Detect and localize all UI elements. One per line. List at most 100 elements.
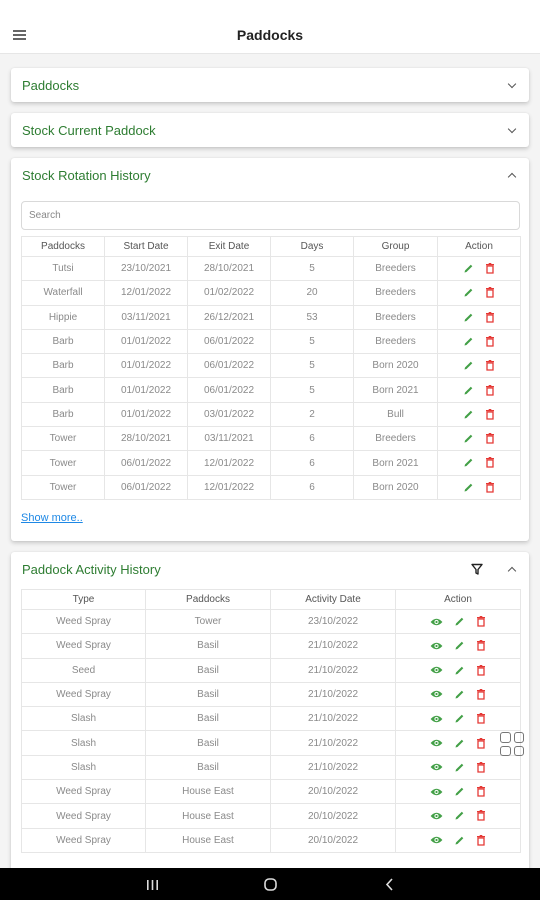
table-cell: Barb: [21, 353, 105, 379]
action-buttons: [463, 335, 495, 347]
edit-icon[interactable]: [454, 665, 465, 676]
column-header: Paddocks: [21, 236, 105, 257]
action-cell: [437, 474, 521, 500]
delete-icon[interactable]: [476, 688, 486, 700]
edit-icon[interactable]: [454, 786, 465, 797]
chevron-down-icon[interactable]: [507, 124, 517, 134]
action-cell: [437, 280, 521, 306]
table-cell: 01/01/2022: [104, 377, 188, 403]
view-icon[interactable]: [430, 787, 443, 797]
edit-icon[interactable]: [454, 713, 465, 724]
table-cell: Breeders: [353, 304, 438, 330]
column-header: Group: [353, 236, 438, 257]
table-cell: 21/10/2022: [270, 633, 396, 659]
delete-icon[interactable]: [476, 786, 486, 797]
delete-icon[interactable]: [476, 640, 486, 652]
show-more-link[interactable]: Show more..: [21, 512, 83, 524]
table-row: Weed Spray House East 20/10/2022: [21, 803, 521, 829]
delete-icon[interactable]: [485, 457, 495, 469]
edit-icon[interactable]: [463, 385, 474, 396]
paddocks-card[interactable]: Paddocks: [11, 68, 529, 102]
table-cell: Breeders: [353, 255, 438, 282]
edit-icon[interactable]: [454, 689, 465, 700]
edit-icon[interactable]: [454, 640, 465, 651]
stock-rotation-card-header[interactable]: Stock Rotation History: [11, 158, 529, 192]
delete-icon[interactable]: [476, 616, 486, 627]
view-icon[interactable]: [430, 665, 443, 675]
edit-icon[interactable]: [454, 835, 465, 846]
table-cell: Basil: [145, 730, 271, 756]
delete-icon[interactable]: [485, 263, 495, 274]
view-icon[interactable]: [430, 835, 443, 845]
edit-icon[interactable]: [463, 360, 474, 371]
delete-icon[interactable]: [476, 761, 486, 773]
view-icon[interactable]: [430, 689, 443, 699]
table-row: Barb 01/01/2022 06/01/2022 5 Born 2021: [21, 377, 521, 403]
edit-icon[interactable]: [463, 409, 474, 420]
table-cell: 23/10/2022: [270, 608, 396, 635]
view-icon[interactable]: [430, 762, 443, 772]
view-icon[interactable]: [430, 714, 443, 724]
stock-current-card[interactable]: Stock Current Paddock: [11, 113, 529, 147]
table-cell: 06/01/2022: [187, 328, 271, 355]
table-cell: Tower: [145, 608, 271, 635]
action-buttons: [430, 664, 486, 676]
table-cell: 28/10/2021: [104, 426, 188, 452]
table-cell: 23/10/2021: [104, 255, 188, 282]
edit-icon[interactable]: [463, 457, 474, 468]
view-icon[interactable]: [430, 738, 443, 748]
delete-icon[interactable]: [485, 287, 495, 299]
stock-rotation-card: Stock Rotation History PaddocksStart Dat…: [11, 158, 529, 541]
home-icon[interactable]: [264, 878, 277, 896]
edit-icon[interactable]: [454, 810, 465, 821]
grid-icon[interactable]: [500, 732, 524, 756]
edit-icon[interactable]: [463, 433, 474, 444]
table-row: Barb 01/01/2022 06/01/2022 5 Breeders: [21, 328, 521, 355]
edit-icon[interactable]: [454, 762, 465, 773]
delete-icon[interactable]: [485, 408, 495, 420]
table-cell: Basil: [145, 657, 271, 683]
recents-icon[interactable]: [146, 878, 159, 896]
delete-icon[interactable]: [485, 360, 495, 371]
chevron-down-icon[interactable]: [507, 79, 517, 89]
paddocks-card-header[interactable]: Paddocks: [11, 68, 529, 102]
column-header: Activity Date: [270, 589, 396, 610]
chevron-up-icon[interactable]: [507, 172, 517, 182]
delete-icon[interactable]: [485, 311, 495, 323]
delete-icon[interactable]: [476, 713, 486, 724]
table-cell: Tutsi: [21, 255, 105, 282]
edit-icon[interactable]: [463, 287, 474, 298]
delete-icon[interactable]: [476, 737, 486, 749]
back-icon[interactable]: [385, 878, 394, 896]
table-cell: House East: [145, 803, 271, 829]
table-cell: Breeders: [353, 426, 438, 452]
table-cell: Born 2021: [353, 377, 438, 403]
stock-current-card-header[interactable]: Stock Current Paddock: [11, 113, 529, 147]
view-icon[interactable]: [430, 641, 443, 651]
action-cell: [437, 328, 521, 355]
search-input[interactable]: [21, 201, 520, 230]
delete-icon[interactable]: [476, 810, 486, 822]
table-cell: 01/01/2022: [104, 353, 188, 379]
delete-icon[interactable]: [476, 664, 486, 676]
table-cell: 20/10/2022: [270, 779, 396, 805]
edit-icon[interactable]: [454, 738, 465, 749]
table-row: Weed Spray Basil 21/10/2022: [21, 681, 521, 708]
edit-icon[interactable]: [463, 336, 474, 347]
table-cell: 21/10/2022: [270, 657, 396, 683]
view-icon[interactable]: [430, 617, 443, 627]
delete-icon[interactable]: [485, 433, 495, 444]
delete-icon[interactable]: [485, 384, 495, 396]
delete-icon[interactable]: [485, 481, 495, 493]
edit-icon[interactable]: [463, 263, 474, 274]
table-cell: House East: [145, 827, 271, 853]
chevron-up-icon[interactable]: [507, 566, 517, 576]
edit-icon[interactable]: [463, 312, 474, 323]
activity-card-header[interactable]: Paddock Activity History: [11, 552, 529, 586]
edit-icon[interactable]: [463, 482, 474, 493]
filter-icon[interactable]: [471, 562, 483, 580]
edit-icon[interactable]: [454, 616, 465, 627]
delete-icon[interactable]: [476, 834, 486, 846]
view-icon[interactable]: [430, 811, 443, 821]
delete-icon[interactable]: [485, 335, 495, 347]
